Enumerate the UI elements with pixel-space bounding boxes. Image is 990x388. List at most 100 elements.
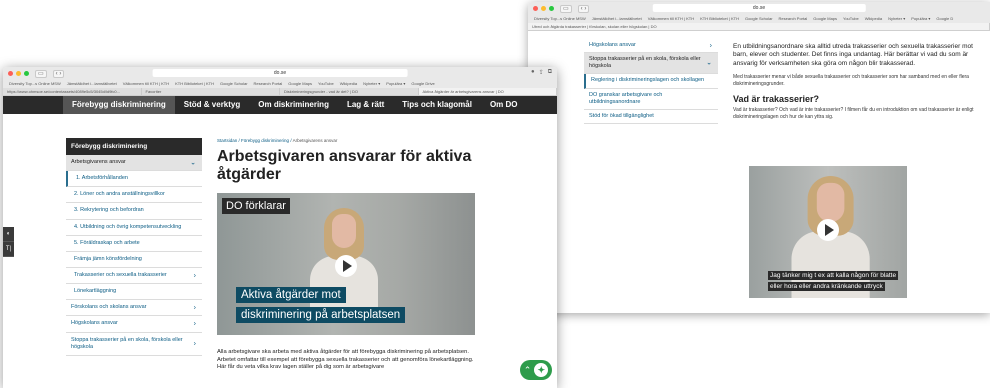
sidebar-item[interactable]: Högskolans ansvar ›: [66, 316, 202, 333]
sidebar-toggle-icon[interactable]: ▭: [35, 69, 47, 78]
bookmark-link[interactable]: Google Maps: [288, 80, 312, 88]
play-icon[interactable]: [335, 254, 357, 277]
sidebar-item-label: Främja jämn könsfördelning: [74, 255, 142, 262]
browser-window-back: ▭ ‹ › do.se Diversity Top...s Online MSW…: [528, 2, 990, 313]
browser-tab[interactable]: Favoriter: [142, 88, 280, 95]
sidebar-item-label: Trakasserier och sexuella trakasserier: [74, 271, 167, 278]
breadcrumb-home-link[interactable]: Startsidan: [217, 138, 237, 143]
sidebar-item[interactable]: 3. Rekrytering och befordran: [66, 203, 202, 220]
sidebar-item-label: Förskolans och skolans ansvar: [71, 304, 147, 311]
sidebar-title[interactable]: Förebygg diskriminering: [66, 138, 202, 155]
bookmark-link[interactable]: Välkommen till KTH | KTH: [123, 80, 169, 88]
nav-item[interactable]: Stöd & verktyg: [175, 96, 249, 114]
tab-active[interactable]: Utred och åtgärda trakasserier | förskol…: [528, 23, 990, 30]
bookmark-link[interactable]: Diversity Top...s Online MSW: [9, 80, 61, 88]
sidebar-item[interactable]: Reglering i diskrimineringslagen och sko…: [584, 74, 718, 89]
intro-paragraph: Alla arbetsgivare ska arbeta med aktiva …: [217, 348, 474, 371]
bookmark-link[interactable]: Google Maps: [813, 15, 837, 23]
chevron-right-icon: ›: [193, 272, 196, 279]
chevron-right-icon: ›: [193, 304, 196, 312]
chevron-right-icon: ›: [709, 42, 712, 50]
bookmark-link[interactable]: Diversity Top...s Online MSW: [534, 15, 586, 23]
minimize-window-button[interactable]: [541, 6, 546, 11]
browser-chrome: ▭ ‹ › do.se Diversity Top...s Online MSW…: [528, 2, 990, 31]
maximize-window-button[interactable]: [24, 71, 29, 76]
chevron-down-icon: ⌄: [190, 159, 196, 167]
video-player[interactable]: DO förklarar Aktiva åtgärder mot diskrim…: [217, 192, 475, 335]
browser-tab[interactable]: https://www.ohmsoe.se/contentassets/4089…: [3, 88, 142, 95]
bookmark-link[interactable]: Google D: [936, 15, 953, 23]
sidebar-item[interactable]: Lönekartläggning: [66, 284, 202, 301]
sidebar-item[interactable]: Stoppa trakasserier på en skola, förskol…: [66, 333, 202, 356]
nav-item[interactable]: Förebygg diskriminering: [63, 96, 175, 114]
contrast-icon[interactable]: ◐: [3, 227, 14, 242]
section-sidebar: Högskolans ansvar › Stoppa trakasserier på…: [584, 39, 718, 124]
breadcrumb-level1-link[interactable]: Förebygg diskriminering: [241, 138, 289, 143]
bookmark-link[interactable]: Populära ▾: [386, 80, 405, 88]
sidebar-item[interactable]: 1. Arbetsförhållanden: [66, 171, 202, 188]
bookmark-link[interactable]: YouTube: [843, 15, 859, 23]
video-player[interactable]: Jag tänker mig t ex att kalla någon för …: [749, 166, 907, 298]
maximize-window-button[interactable]: [549, 6, 554, 11]
nav-item[interactable]: Om DO: [481, 96, 527, 114]
bookmarks-bar: Diversity Top...s Online MSW Jämställdhet…: [3, 80, 557, 88]
breadcrumb-current: Arbetsgivarens ansvar: [292, 138, 338, 143]
back-forward-icon[interactable]: ‹ ›: [577, 4, 590, 13]
tabs-overview-icon[interactable]: ⧉: [548, 69, 552, 76]
sidebar-item[interactable]: DO granskar arbetsgivare och utbildnings…: [584, 89, 718, 110]
sidebar-item[interactable]: Stöd för ökad tillgänglighet: [584, 110, 718, 124]
tab-strip: https://www.ohmsoe.se/contentassets/4089…: [3, 88, 557, 95]
sidebar-item[interactable]: 5. Föräldraskap och arbete: [66, 236, 202, 252]
sidebar-toggle-icon[interactable]: ▭: [560, 4, 572, 13]
sidebar-item[interactable]: 4. Utbildning och övrig kompetensutveckl…: [66, 220, 202, 236]
sidebar-item[interactable]: Arbetsgivarens ansvar ⌄: [66, 155, 202, 172]
bookmark-link[interactable]: Google Scholar: [745, 15, 773, 23]
bookmark-link[interactable]: Google Scholar: [220, 80, 248, 88]
accessibility-button[interactable]: ⌃ ✦: [520, 360, 552, 380]
bookmarks-bar: Diversity Top...s Online MSW Jämställdhet…: [528, 15, 990, 23]
bookmark-link[interactable]: Research Portal: [254, 80, 283, 88]
browser-tab[interactable]: Aktiva åtgärder är arbetsgivarens ansvar…: [418, 88, 557, 95]
bookmark-link[interactable]: Wikipedia: [865, 15, 882, 23]
bookmark-link[interactable]: Populära ▾: [911, 15, 930, 23]
close-window-button[interactable]: [533, 6, 538, 11]
sidebar-item-label: 3. Rekrytering och befordran: [74, 207, 144, 214]
sidebar-item-label: 1. Arbetsförhållanden: [76, 175, 128, 182]
sidebar-item[interactable]: Stoppa trakasserier på en skola, förskol…: [584, 53, 718, 75]
nav-item[interactable]: Lag & rätt: [338, 96, 393, 114]
share-icon[interactable]: ⇪: [539, 69, 544, 76]
bookmark-link[interactable]: Nyheter ▾: [888, 15, 905, 23]
intro-paragraph: En utbildningsanordnare ska alltid utred…: [733, 43, 973, 67]
play-icon[interactable]: [817, 219, 839, 241]
article-content: Startsidan / Förebygg diskriminering / A…: [217, 138, 477, 372]
bookmark-link[interactable]: Välkommen till KTH | KTH: [648, 15, 694, 23]
bookmark-link[interactable]: KTH Biblioteket | KTH: [175, 80, 214, 88]
url-text: do.se: [752, 5, 766, 11]
sidebar-item[interactable]: Högskolans ansvar ›: [584, 39, 718, 54]
downloads-icon[interactable]: ●: [531, 69, 535, 76]
text-size-icon[interactable]: T|: [3, 242, 14, 257]
browser-tab[interactable]: Diskrimineringsgrunder - vad är det? | D…: [280, 88, 419, 95]
sidebar-item-label: Lönekartläggning: [74, 288, 117, 295]
bookmark-link[interactable]: Jämställdhet i...lamställvetet: [67, 80, 117, 88]
minimize-window-button[interactable]: [16, 71, 21, 76]
bookmark-link[interactable]: Nyheter ▾: [363, 80, 380, 88]
sidebar-item[interactable]: Främja jämn könsfördelning: [66, 252, 202, 268]
nav-item[interactable]: Om diskriminering: [249, 96, 338, 114]
bookmark-link[interactable]: Jämställdhet i...lamställvetet: [592, 15, 642, 23]
bookmark-link[interactable]: KTH Biblioteket | KTH: [700, 15, 739, 23]
bookmark-link[interactable]: Google Drive: [411, 80, 434, 88]
toolbar-right: ● ⇪ ⧉: [531, 69, 552, 76]
back-forward-icon[interactable]: ‹ ›: [52, 69, 65, 78]
bookmark-link[interactable]: YouTube: [318, 80, 334, 88]
nav-item[interactable]: Tips och klagomål: [393, 96, 481, 114]
bookmark-link[interactable]: Wikipedia: [340, 80, 357, 88]
sidebar-item[interactable]: Trakasserier och sexuella trakasserier ›: [66, 268, 202, 285]
bookmark-link[interactable]: Research Portal: [779, 15, 808, 23]
close-window-button[interactable]: [8, 71, 13, 76]
address-bar[interactable]: do.se: [152, 69, 408, 77]
address-bar[interactable]: do.se: [652, 4, 866, 12]
sidebar-item[interactable]: Förskolans och skolans ansvar ›: [66, 300, 202, 317]
sidebar-item[interactable]: 2. Löner och andra anställningsvillkor: [66, 187, 202, 204]
sidebar-item-label: 2. Löner och andra anställningsvillkor: [74, 191, 165, 198]
